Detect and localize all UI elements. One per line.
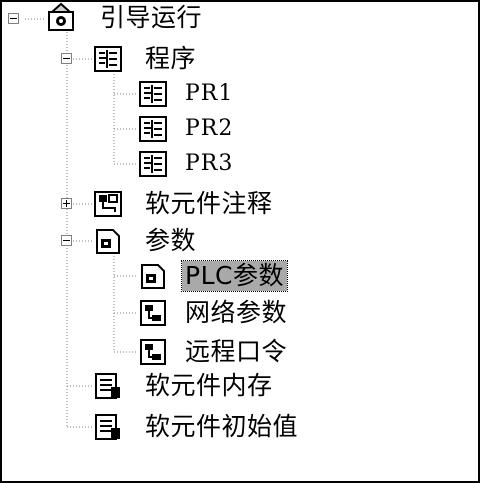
tree-item-device-init-label[interactable]: 软元件初始值: [142, 412, 301, 442]
tree-item-device-comment-label[interactable]: 软元件注释: [142, 189, 276, 219]
tree-item-device-memory-label[interactable]: 软元件内存: [142, 371, 276, 401]
program-file-icon: [138, 114, 168, 144]
tree-item-parameter-label[interactable]: 参数: [142, 226, 199, 256]
tree-connector-lines: [25, 18, 136, 428]
remote-password-icon: [138, 337, 168, 367]
device-comment-icon: [93, 189, 123, 219]
root-project-icon: [46, 2, 76, 32]
project-tree-panel: 引导运行 程序 PR1 PR2 PR3 软元件注释 参数 PLC参数 网络参数 …: [0, 0, 480, 483]
plc-parameter-icon: [138, 261, 168, 291]
tree-item-root-label[interactable]: 引导运行: [97, 3, 205, 33]
parameter-icon: [93, 226, 123, 256]
parameter-collapse-toggle[interactable]: [61, 235, 72, 246]
tree-item-plc-parameter-label[interactable]: PLC参数: [181, 260, 288, 292]
tree-item-program-label[interactable]: 程序: [142, 44, 199, 74]
device-memory-icon: [93, 371, 123, 401]
tree-item-remote-password-label[interactable]: 远程口令: [182, 337, 290, 367]
device-init-icon: [93, 412, 123, 442]
program-icon: [93, 44, 123, 74]
program-collapse-toggle[interactable]: [61, 53, 72, 64]
tree-item-network-parameter-label[interactable]: 网络参数: [182, 298, 290, 328]
tree-item-pr3-label[interactable]: PR3: [182, 149, 236, 179]
root-collapse-toggle[interactable]: [8, 13, 19, 24]
program-file-icon: [138, 79, 168, 109]
program-file-icon: [138, 149, 168, 179]
network-parameter-icon: [138, 298, 168, 328]
tree-item-pr2-label[interactable]: PR2: [182, 114, 236, 144]
device-comment-expand-toggle[interactable]: [61, 198, 72, 209]
tree-item-pr1-label[interactable]: PR1: [182, 79, 236, 109]
